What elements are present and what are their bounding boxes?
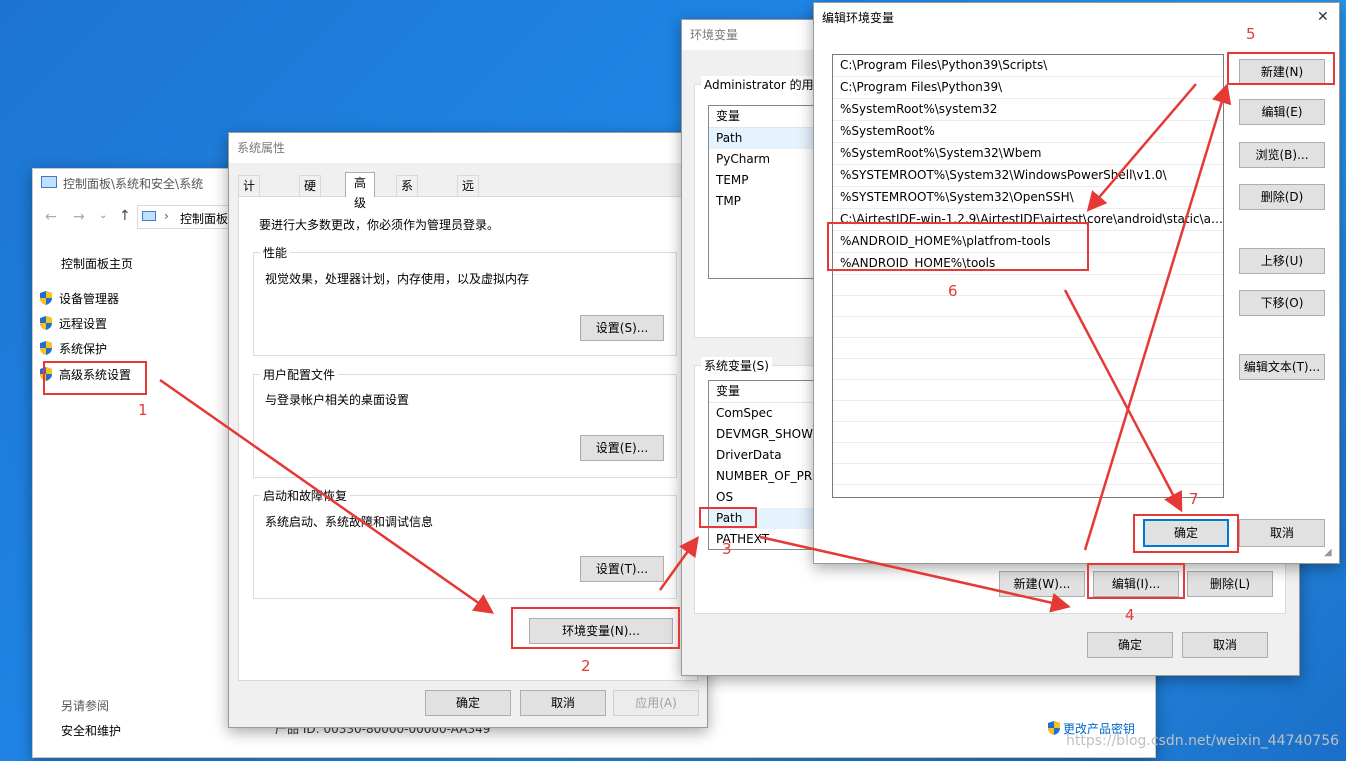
monitor-icon — [41, 176, 57, 188]
sys-var-edit-button[interactable]: 编辑(I)... — [1093, 571, 1179, 597]
annotation-2: 2 — [581, 657, 591, 675]
list-item[interactable]: C:\Program Files\Python39\Scripts\ — [833, 55, 1223, 77]
performance-title: 性能 — [260, 244, 291, 261]
annotation-1: 1 — [138, 401, 148, 419]
sys-var-delete-button[interactable]: 删除(L) — [1187, 571, 1273, 597]
path-new-button[interactable]: 新建(N) — [1239, 59, 1325, 85]
link-advanced-system-settings[interactable]: 高级系统设置 — [39, 366, 131, 383]
list-item[interactable]: %ANDROID_HOME%\tools — [833, 253, 1223, 275]
path-browse-button[interactable]: 浏览(B)... — [1239, 142, 1325, 168]
system-properties-title: 系统属性 — [237, 141, 286, 155]
annotation-7: 7 — [1189, 490, 1199, 508]
sys-props-ok-button[interactable]: 确定 — [425, 690, 511, 716]
security-maintenance-link[interactable]: 安全和维护 — [61, 722, 121, 739]
advanced-tab-panel: 要进行大多数更改，你必须作为管理员登录。 性能 视觉效果，处理器计划，内存使用，… — [238, 196, 698, 681]
system-properties-window: 系统属性 计算机名 硬件 高级 系统保护 远程 要进行大多数更改，你必须作为管理… — [228, 132, 708, 728]
monitor-icon — [142, 211, 156, 221]
control-panel-title: 控制面板\系统和安全\系统 — [63, 177, 204, 191]
chevron-down-icon[interactable]: ⌄ — [99, 210, 107, 221]
annotation-6: 6 — [948, 282, 958, 300]
annotation-5: 5 — [1246, 25, 1256, 43]
link-remote-settings[interactable]: 远程设置 — [39, 315, 107, 332]
forward-arrow-icon[interactable]: → — [73, 209, 85, 225]
shield-icon — [1048, 721, 1060, 735]
startup-recovery-group: 启动和故障恢复 系统启动、系统故障和调试信息 设置(T)... — [253, 487, 677, 599]
empty-rows — [833, 275, 1223, 497]
list-item[interactable]: C:\AirtestIDE-win-1.2.9\AirtestIDE\airte… — [833, 209, 1223, 231]
see-also-heading: 另请参阅 — [61, 699, 110, 713]
link-system-protection[interactable]: 系统保护 — [39, 340, 107, 357]
startup-recovery-title: 启动和故障恢复 — [260, 487, 351, 504]
shield-icon — [40, 341, 52, 355]
up-arrow-icon[interactable]: ↑ — [119, 208, 131, 224]
environment-variables-button[interactable]: 环境变量(N)... — [529, 618, 673, 644]
startup-recovery-desc: 系统启动、系统故障和调试信息 — [265, 515, 434, 529]
tab-remote[interactable]: 远程 — [457, 175, 480, 213]
tab-advanced[interactable]: 高级 — [345, 172, 376, 210]
control-panel-home-link[interactable]: 控制面板主页 — [61, 255, 133, 272]
sys-props-apply-button: 应用(A) — [613, 690, 699, 716]
startup-settings-button[interactable]: 设置(T)... — [580, 556, 664, 582]
path-list[interactable]: C:\Program Files\Python39\Scripts\ C:\Pr… — [832, 54, 1224, 498]
admin-note: 要进行大多数更改，你必须作为管理员登录。 — [259, 218, 500, 232]
path-edit-button[interactable]: 编辑(E) — [1239, 99, 1325, 125]
edit-env-var-title: 编辑环境变量 — [822, 11, 895, 25]
watermark-text: https://blog.csdn.net/weixin_44740756 — [1066, 733, 1340, 749]
sys-props-cancel-button[interactable]: 取消 — [520, 690, 606, 716]
user-profile-settings-button[interactable]: 设置(E)... — [580, 435, 664, 461]
path-delete-button[interactable]: 删除(D) — [1239, 184, 1325, 210]
path-edit-text-button[interactable]: 编辑文本(T)... — [1239, 354, 1325, 380]
performance-desc: 视觉效果，处理器计划，内存使用，以及虚拟内存 — [265, 272, 530, 286]
performance-settings-button[interactable]: 设置(S)... — [580, 315, 664, 341]
list-item[interactable]: %SystemRoot%\System32\Wbem — [833, 143, 1223, 165]
env-vars-cancel-button[interactable]: 取消 — [1182, 632, 1268, 658]
user-profile-title: 用户配置文件 — [260, 366, 339, 383]
list-item[interactable]: %SYSTEMROOT%\System32\OpenSSH\ — [833, 187, 1223, 209]
annotation-3: 3 — [722, 540, 732, 558]
sys-var-new-button[interactable]: 新建(W)... — [999, 571, 1085, 597]
annotation-4: 4 — [1125, 606, 1135, 624]
user-profile-desc: 与登录帐户相关的桌面设置 — [265, 393, 410, 407]
list-item[interactable]: %SYSTEMROOT%\System32\WindowsPowerShell\… — [833, 165, 1223, 187]
resize-grip-icon[interactable]: ◢ — [1324, 547, 1332, 558]
tab-hardware[interactable]: 硬件 — [299, 175, 322, 213]
shield-icon — [40, 316, 52, 330]
path-move-down-button[interactable]: 下移(O) — [1239, 290, 1325, 316]
tab-system-protection[interactable]: 系统保护 — [396, 175, 419, 253]
list-item[interactable]: %SystemRoot% — [833, 121, 1223, 143]
link-device-manager[interactable]: 设备管理器 — [39, 290, 119, 307]
back-arrow-icon[interactable]: ← — [45, 209, 57, 225]
path-move-up-button[interactable]: 上移(U) — [1239, 248, 1325, 274]
user-profile-group: 用户配置文件 与登录帐户相关的桌面设置 设置(E)... — [253, 366, 677, 478]
list-item[interactable]: C:\Program Files\Python39\ — [833, 77, 1223, 99]
edit-env-var-window: 编辑环境变量 ✕ C:\Program Files\Python39\Scrip… — [813, 2, 1340, 564]
address-bar[interactable]: › 控制面板 — [137, 205, 232, 229]
list-item[interactable]: %SystemRoot%\system32 — [833, 99, 1223, 121]
breadcrumb-separator-icon: › — [164, 209, 169, 223]
shield-icon — [40, 291, 52, 305]
system-variables-title: 系统变量(S) — [701, 357, 772, 374]
address-text: 控制面板 — [180, 212, 229, 226]
edit-env-ok-button[interactable]: 确定 — [1143, 519, 1229, 547]
shield-icon — [40, 367, 52, 381]
performance-group: 性能 视觉效果，处理器计划，内存使用，以及虚拟内存 设置(S)... — [253, 244, 677, 356]
env-vars-ok-button[interactable]: 确定 — [1087, 632, 1173, 658]
close-icon[interactable]: ✕ — [1317, 9, 1329, 25]
tab-computer-name[interactable]: 计算机名 — [238, 175, 261, 253]
edit-env-cancel-button[interactable]: 取消 — [1239, 519, 1325, 547]
list-item[interactable]: %ANDROID_HOME%\platfrom-tools — [833, 231, 1223, 253]
